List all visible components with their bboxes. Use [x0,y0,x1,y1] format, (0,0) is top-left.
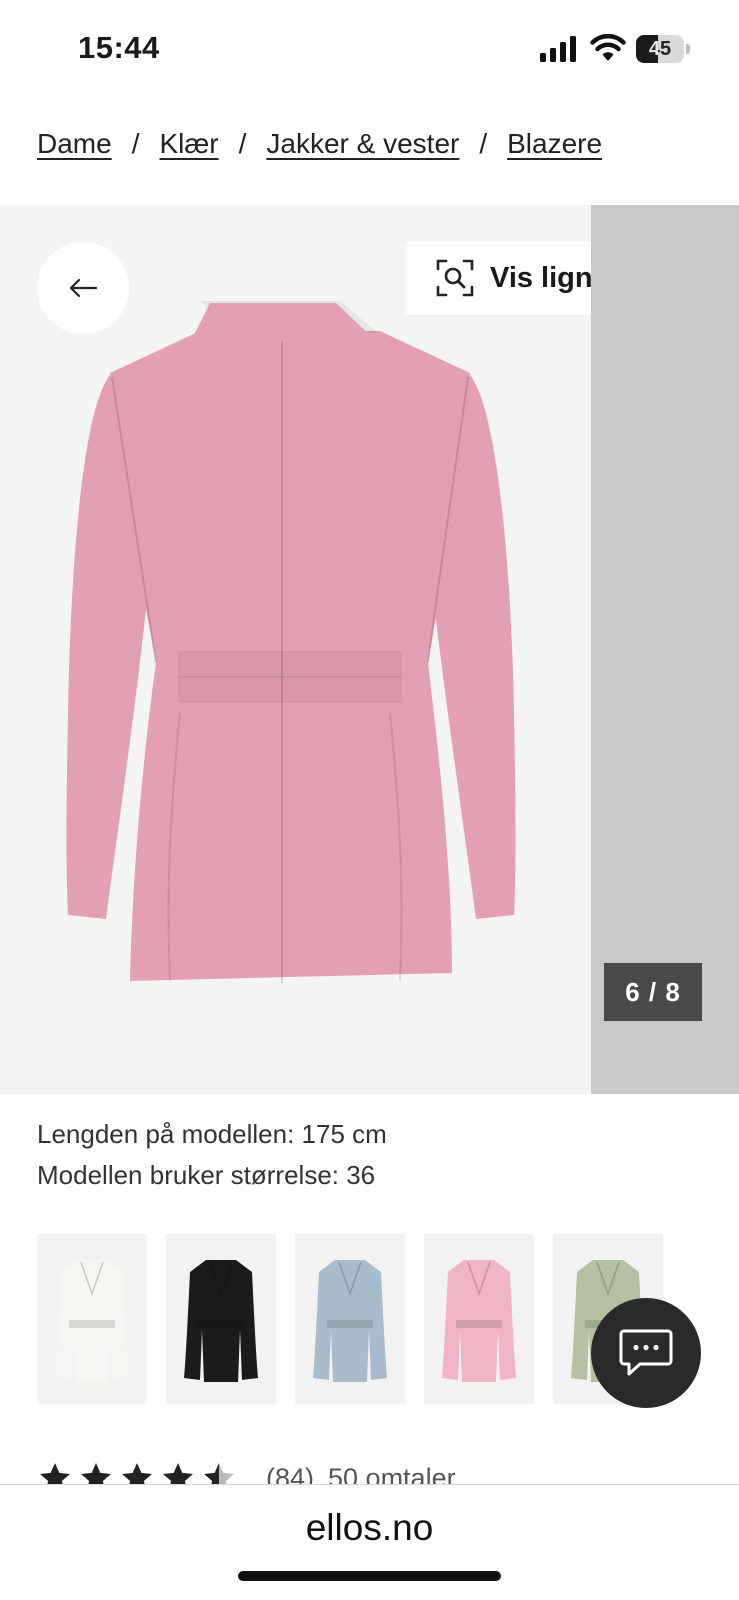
chat-bubble-icon [619,1329,673,1376]
battery-level: 45 [648,38,672,60]
color-swatch-white[interactable] [37,1234,147,1404]
product-image-gallery[interactable]: Vis lignende 6 / 8 [0,205,739,1094]
product-page: 15:44 45 Dame / Klær / Jakker & vester /… [0,0,739,1600]
color-swatch-pink[interactable] [424,1234,534,1404]
browser-address-bar: ellos.no [0,1484,739,1600]
blazer-thumbnail [313,1260,387,1382]
arrow-left-icon [69,278,98,298]
color-swatch-black[interactable] [166,1234,276,1404]
model-size: Modellen bruker størrelse: 36 [37,1160,376,1190]
breadcrumb-klaer[interactable]: Klær [159,128,218,160]
breadcrumb-separator: / [479,128,488,159]
status-time: 15:44 [78,30,160,65]
url-display[interactable]: ellos.no [0,1507,739,1549]
product-image[interactable]: Vis lignende [0,205,702,1094]
breadcrumb-blazere[interactable]: Blazere [507,128,602,160]
breadcrumb: Dame / Klær / Jakker & vester / Blazere [37,124,602,164]
blazer-thumbnail [184,1260,258,1382]
model-height: Lengden på modellen: 175 cm [37,1119,387,1149]
wifi-icon [590,34,626,61]
pink-blazer-back-image [66,301,516,983]
color-swatches [37,1234,682,1404]
chat-button[interactable] [591,1298,701,1408]
next-product-image[interactable] [591,205,739,1094]
blazer-thumbnail [442,1260,516,1382]
breadcrumb-jakker-vester[interactable]: Jakker & vester [266,128,459,160]
breadcrumb-separator: / [131,128,140,159]
back-button[interactable] [37,242,129,334]
battery-icon: 45 [636,35,690,63]
breadcrumb-separator: / [238,128,247,159]
status-bar: 15:44 45 [0,0,739,100]
blazer-thumbnail [55,1260,129,1382]
home-indicator [238,1571,501,1581]
color-swatch-light-blue[interactable] [295,1234,405,1404]
breadcrumb-dame[interactable]: Dame [37,128,112,160]
image-counter: 6 / 8 [604,963,702,1021]
model-info: Lengden på modellen: 175 cm Modellen bru… [37,1114,387,1196]
cellular-signal-icon [540,36,576,62]
visual-search-icon [436,259,474,297]
